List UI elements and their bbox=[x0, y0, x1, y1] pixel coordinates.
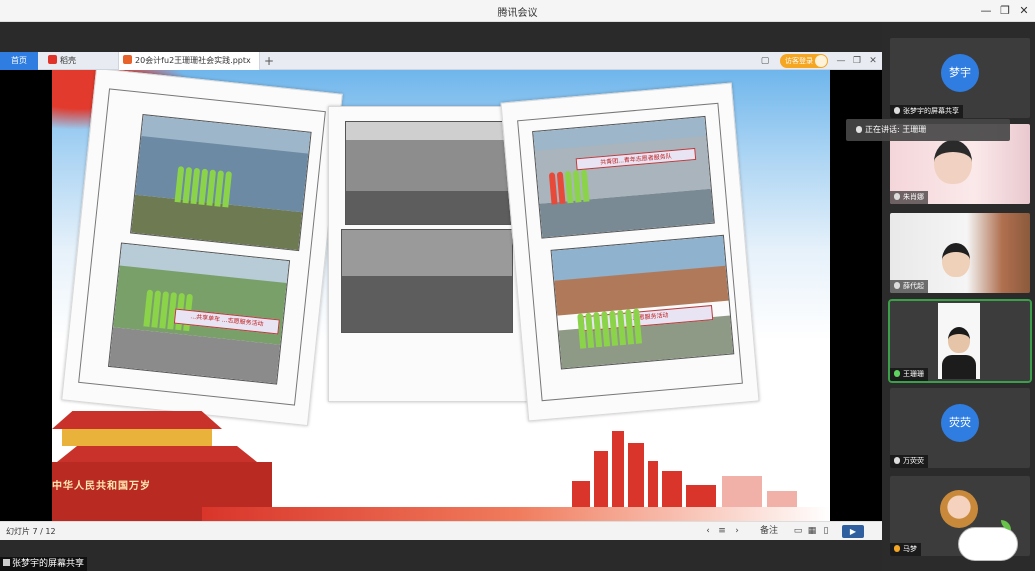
photo-volunteers-gate: ...志愿服务活动 bbox=[550, 234, 735, 370]
photo-volunteers-street: 共青团...青年志愿者服务队 bbox=[532, 115, 715, 239]
tab-pptx-label: 20会计fu2王珊珊社会实践.pptx bbox=[135, 56, 251, 65]
window-mode-icon[interactable]: ▢ bbox=[758, 54, 772, 68]
reading-view-icon[interactable]: ▯ bbox=[820, 524, 832, 538]
normal-view-icon[interactable]: ▭ bbox=[792, 524, 804, 538]
gate-plaque-text: 中华人民共和国万岁 bbox=[52, 481, 151, 492]
grid-view-icon[interactable]: ▦ bbox=[806, 524, 818, 538]
docer-icon bbox=[48, 55, 57, 64]
visitor-login-label: 访客登录 bbox=[785, 57, 813, 65]
minimize-icon[interactable]: — bbox=[834, 54, 848, 68]
participant-tile-video[interactable]: 王珊珊 bbox=[888, 299, 1032, 383]
participant-name: 马梦 bbox=[890, 543, 921, 556]
mic-icon bbox=[894, 457, 900, 464]
mic-icon bbox=[894, 282, 900, 289]
booklet-page-right: 共青团...青年志愿者服务队 ...志愿服务活动 bbox=[500, 82, 760, 422]
sticker-decoration bbox=[958, 520, 1018, 561]
tiananmen-gate-illustration: 中华人民共和国万岁 bbox=[52, 391, 272, 521]
wps-tab-bar: 首页 稻壳 20会计fu2王珊珊社会实践.pptx + ▢ 访客登录 — ❐ ✕ bbox=[0, 52, 882, 70]
participant-tile-avatar[interactable]: 荧荧 万荧荧 bbox=[890, 388, 1030, 468]
restore-icon[interactable]: ❐ bbox=[850, 54, 864, 68]
participant-tile-video[interactable]: 薛代起 bbox=[890, 213, 1030, 293]
user-avatar-icon bbox=[815, 55, 827, 67]
tab-docer[interactable]: 稻壳 bbox=[44, 52, 116, 70]
notes-button[interactable]: 备注 bbox=[754, 524, 784, 538]
play-slideshow-button[interactable]: ▶ bbox=[842, 525, 864, 538]
participant-face bbox=[948, 327, 970, 353]
red-wave-decoration bbox=[202, 507, 830, 521]
participant-face bbox=[942, 243, 970, 277]
mic-icon bbox=[856, 126, 862, 133]
close-icon[interactable]: ✕ bbox=[866, 54, 880, 68]
prev-slide-icon[interactable]: ‹ bbox=[702, 524, 714, 538]
title-bar: 腾讯会议 — ❐ ✕ bbox=[0, 0, 1035, 22]
tab-home[interactable]: 首页 bbox=[0, 52, 38, 70]
participant-tile-share[interactable]: 梦宇 张梦宇的屏幕共享 bbox=[890, 38, 1030, 118]
next-slide-icon[interactable]: › bbox=[731, 524, 743, 538]
mic-icon bbox=[3, 559, 10, 566]
minimize-button[interactable]: — bbox=[978, 3, 994, 19]
visitor-login-button[interactable]: 访客登录 bbox=[780, 54, 828, 68]
participant-name: 朱肖娜 bbox=[890, 191, 928, 204]
photo-volunteers-banner: ...共享单车 ...志愿服务活动 bbox=[107, 242, 291, 385]
restore-button[interactable]: ❐ bbox=[997, 3, 1013, 19]
participant-panel: 梦宇 张梦宇的屏幕共享 朱肖娜 薛代起 王珊珊 荧荧 万荧荧 马梦 bbox=[882, 22, 1035, 571]
mic-icon bbox=[894, 370, 900, 377]
slide-canvas: ...共享单车 ...志愿服务活动 共青团...青年志愿者服务队 ...志愿服务… bbox=[52, 70, 830, 521]
photo-bw-volunteers bbox=[345, 121, 513, 225]
slide-page-indicator: 幻灯片 7 / 12 bbox=[6, 527, 56, 536]
participant-name: 张梦宇的屏幕共享 bbox=[890, 105, 963, 118]
mic-icon bbox=[894, 193, 900, 200]
speaking-indicator: 正在讲话: 王珊珊 bbox=[846, 119, 1010, 141]
screen-share-label-text: 张梦宇的屏幕共享 bbox=[12, 559, 85, 569]
tab-pptx[interactable]: 20会计fu2王珊珊社会实践.pptx bbox=[118, 52, 260, 70]
wps-status-bar: 幻灯片 7 / 12 ‹ ≡ › 备注 ▭ ▦ ▯ ▶ bbox=[0, 521, 882, 540]
participant-body bbox=[942, 355, 976, 379]
close-button[interactable]: ✕ bbox=[1016, 3, 1032, 19]
notes-label: 备注 bbox=[759, 526, 778, 536]
mic-icon bbox=[894, 545, 900, 552]
pptx-icon bbox=[123, 55, 132, 64]
booklet-page-left: ...共享单车 ...志愿服务活动 bbox=[61, 70, 343, 427]
avatar: 梦宇 bbox=[941, 54, 979, 92]
wps-window: 首页 稻壳 20会计fu2王珊珊社会实践.pptx + ▢ 访客登录 — ❐ ✕ bbox=[0, 52, 882, 540]
participant-face bbox=[934, 140, 972, 184]
participant-name: 万荧荧 bbox=[890, 455, 928, 468]
mic-icon bbox=[894, 107, 900, 114]
slide-list-icon[interactable]: ≡ bbox=[716, 524, 728, 538]
participant-name: 薛代起 bbox=[890, 280, 928, 293]
window-title: 腾讯会议 bbox=[497, 8, 538, 19]
participant-name: 王珊珊 bbox=[890, 368, 928, 381]
new-tab-button[interactable]: + bbox=[262, 52, 276, 70]
tab-docer-label: 稻壳 bbox=[60, 56, 76, 65]
avatar: 荧荧 bbox=[941, 404, 979, 442]
photo-bw-bikes bbox=[341, 229, 513, 333]
speaking-text: 正在讲话: 王珊珊 bbox=[865, 125, 927, 134]
screen-share-label: 张梦宇的屏幕共享 bbox=[0, 557, 88, 571]
avatar bbox=[940, 490, 978, 528]
photo-volunteers-building bbox=[130, 114, 312, 252]
slide-viewport: ...共享单车 ...志愿服务活动 共青团...青年志愿者服务队 ...志愿服务… bbox=[0, 70, 882, 521]
